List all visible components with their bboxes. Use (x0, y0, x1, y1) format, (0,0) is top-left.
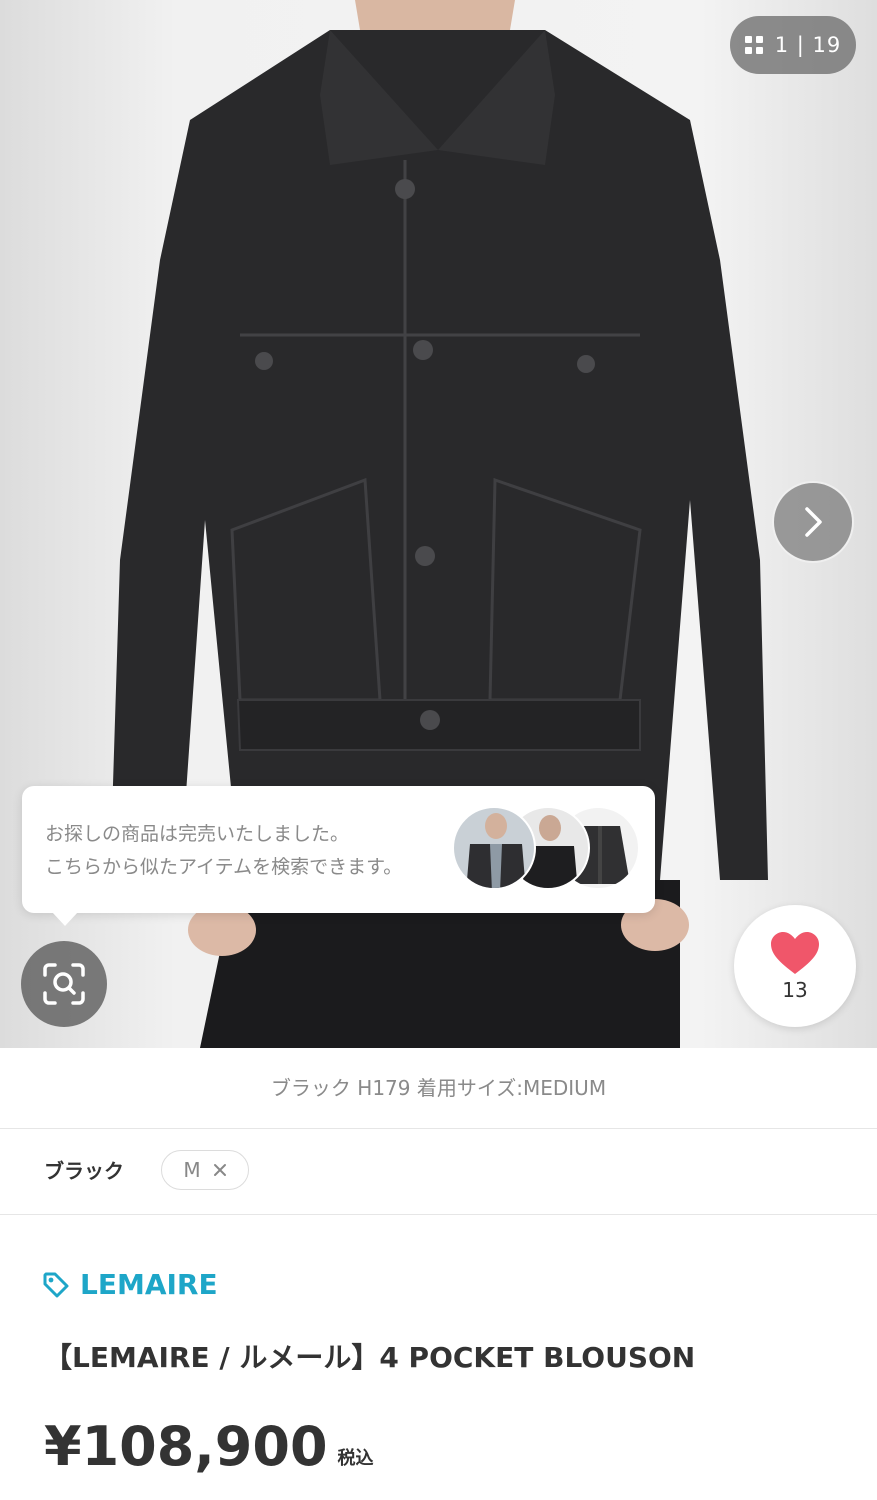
similar-item-thumbnail (452, 806, 536, 890)
tag-icon (43, 1272, 69, 1297)
image-search-icon (43, 963, 85, 1005)
close-icon[interactable] (213, 1163, 227, 1177)
product-title: 【LEMAIRE / ルメール】4 POCKET BLOUSON (44, 1341, 696, 1374)
size-chip[interactable]: M (161, 1150, 249, 1190)
next-image-button[interactable] (772, 481, 854, 563)
selected-variant-row: ブラック M (0, 1128, 877, 1215)
favorite-count: 13 (782, 978, 808, 1002)
brand-name: LEMAIRE (80, 1268, 218, 1301)
similar-items-thumbnails[interactable] (452, 806, 642, 892)
size-chip-label: M (183, 1158, 201, 1182)
product-image-gallery[interactable]: 1 | 19 お探しの商品は完売いたしました。 こちらから似たアイテムを検索でき… (0, 0, 877, 1048)
sold-out-message: お探しの商品は完売いたしました。 こちらから似たアイテムを検索できます。 (45, 818, 402, 884)
sold-out-message-line2: こちらから似たアイテムを検索できます。 (45, 856, 403, 878)
sold-out-similar-items-popup[interactable]: お探しの商品は完売いたしました。 こちらから似たアイテムを検索できます。 (22, 786, 655, 926)
brand-link[interactable]: LEMAIRE (42, 1268, 218, 1301)
heart-icon (771, 932, 819, 974)
sold-out-message-line1: お探しの商品は完売いたしました。 (45, 823, 350, 845)
price-amount: ¥108,900 (44, 1415, 328, 1478)
tax-label: 税込 (337, 1448, 374, 1469)
image-counter-text: 1 | 19 (774, 33, 842, 57)
image-search-button[interactable] (21, 941, 107, 1027)
favorite-button[interactable]: 13 (734, 905, 856, 1027)
grid-icon (744, 36, 763, 54)
product-price: ¥108,900 税込 (44, 1416, 374, 1478)
image-counter[interactable]: 1 | 19 (730, 16, 856, 74)
selected-color: ブラック (44, 1159, 124, 1183)
image-caption: ブラック H179 着用サイズ:MEDIUM (0, 1048, 877, 1129)
chevron-right-icon (805, 507, 822, 537)
